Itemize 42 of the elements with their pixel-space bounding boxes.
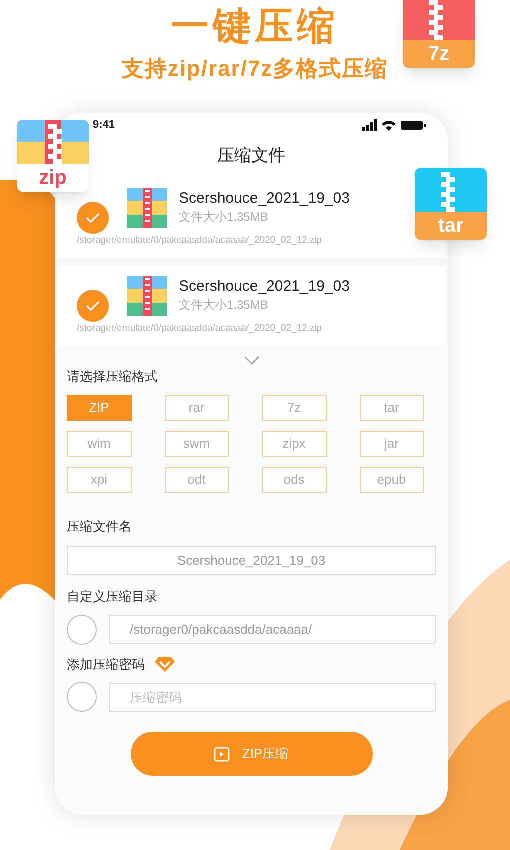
file-name: Scershouce_2021_19_03 [179, 277, 350, 296]
screen-title: 压缩文件 [218, 144, 286, 167]
field-label: 添加压缩密码 [67, 656, 145, 674]
check-icon [85, 212, 101, 224]
folder-play-icon [214, 746, 230, 762]
file-path: /storager/emulate/0/pakcaasdda/acaaaa/_2020_02_12.zip [77, 234, 324, 248]
field-label: 自定义压缩目录 [67, 588, 159, 606]
format-option[interactable]: ods [262, 466, 326, 492]
file-name: Scershouce_2021_19_03 [179, 189, 350, 208]
file-size: 文件大小1.35MB [179, 297, 270, 314]
chevron-down-icon[interactable] [244, 356, 260, 365]
headline: 一键压缩 [171, 5, 339, 50]
archive-icon [127, 276, 167, 316]
check-icon [85, 300, 101, 312]
format-option[interactable]: swm [164, 430, 229, 456]
format-option[interactable]: odt [164, 466, 229, 492]
section-label: 请选择压缩格式 [67, 368, 159, 386]
file-path: /storager/emulate/0/pakcaasdda/acaaaa/_2020_02_12.zip [77, 322, 324, 336]
compress-button[interactable]: ZIP压缩 [130, 732, 372, 776]
field-label: 压缩文件名 [67, 518, 133, 536]
file-size: 文件大小1.35MB [179, 209, 270, 226]
signal-icon [362, 119, 377, 131]
format-option[interactable]: xpi [67, 466, 132, 492]
format-option[interactable]: zipx [262, 430, 326, 456]
format-option[interactable]: epub [360, 466, 424, 492]
format-option[interactable]: ZIP [67, 394, 132, 420]
format-option[interactable]: tar [360, 394, 424, 420]
filename-field[interactable]: Scershouce_2021_19_03 [67, 546, 436, 575]
status-time: 9:41 [93, 118, 116, 133]
subtitle: 支持zip/rar/7z多格式压缩 [122, 55, 388, 83]
badge-label: 7z [428, 44, 450, 64]
file-row[interactable]: Scershouce_2021_19_03 文件大小1.35MB /storager/emulate/0/pakcaasdda/acaaaa/_2020_02_12.zip [57, 266, 446, 346]
format-option[interactable]: rar [164, 394, 229, 420]
wifi-icon [382, 120, 396, 130]
battery-icon [401, 120, 426, 130]
password-field[interactable]: 压缩密码 [109, 682, 436, 712]
format-option[interactable]: wim [67, 430, 132, 456]
directory-field[interactable]: /storager0/pakcaasdda/acaaaa/ [109, 615, 436, 644]
diamond-icon [155, 656, 175, 672]
format-option[interactable]: 7z [262, 394, 326, 420]
format-option[interactable]: jar [360, 430, 424, 456]
archive-icon [127, 188, 167, 228]
